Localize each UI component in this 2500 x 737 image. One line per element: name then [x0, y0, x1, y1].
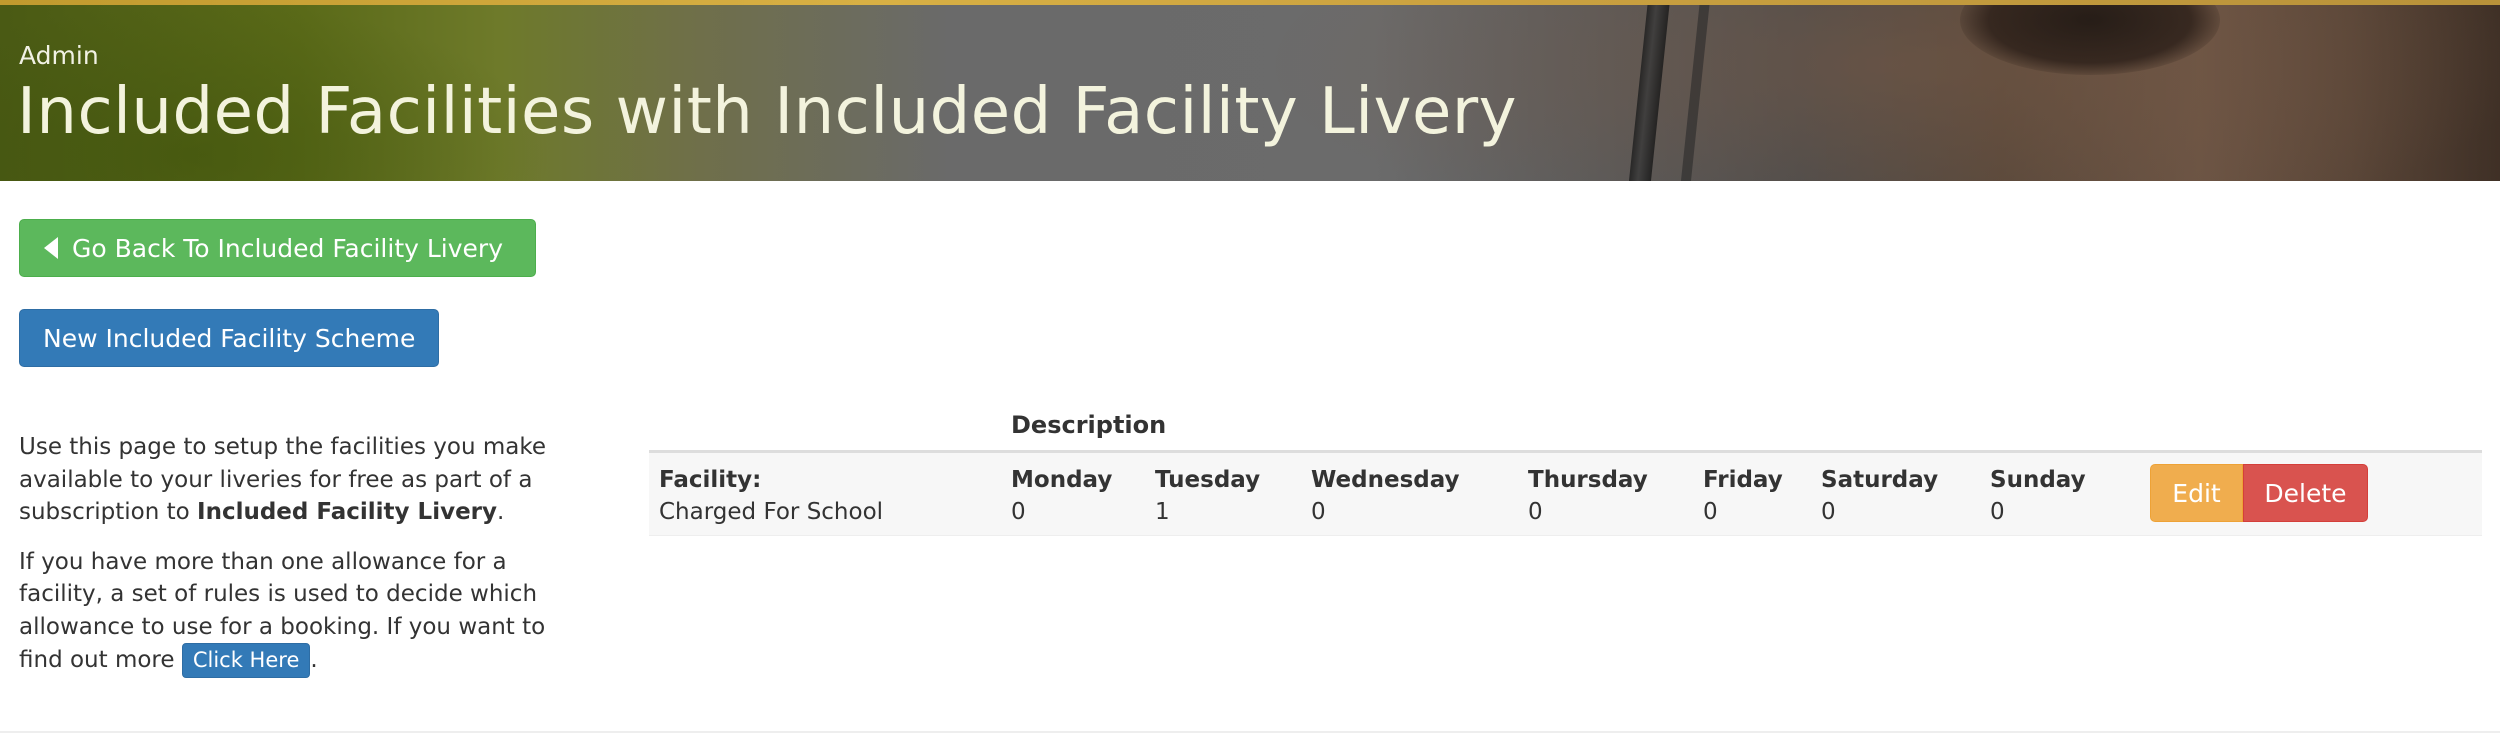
day-label: Wednesday [1311, 467, 1460, 493]
delete-button[interactable]: Delete [2243, 464, 2368, 522]
day-value: 0 [1990, 499, 2005, 525]
breadcrumb: Admin [19, 41, 99, 70]
day-cell-tuesday: Tuesday 1 [1155, 464, 1260, 528]
day-cell-friday: Friday 0 [1703, 464, 1783, 528]
click-here-button[interactable]: Click Here [181, 643, 311, 678]
edit-button[interactable]: Edit [2150, 464, 2243, 522]
day-cell-monday: Monday 0 [1011, 464, 1112, 528]
go-back-button-label: Go Back To Included Facility Livery [72, 233, 503, 263]
day-value: 0 [1528, 499, 1543, 525]
table-row: Facility: Charged For School Monday 0 Tu… [649, 453, 2482, 536]
help-paragraph-1: Use this page to setup the facilities yo… [19, 431, 579, 529]
new-included-facility-scheme-button[interactable]: New Included Facility Scheme [19, 309, 439, 367]
day-value: 0 [1703, 499, 1718, 525]
day-cell-thursday: Thursday 0 [1528, 464, 1648, 528]
day-cell-saturday: Saturday 0 [1821, 464, 1938, 528]
new-scheme-button-label: New Included Facility Scheme [43, 323, 416, 353]
day-label: Thursday [1528, 467, 1648, 493]
help-p1-bold: Included Facility Livery [197, 499, 498, 525]
day-label: Sunday [1990, 467, 2086, 493]
day-value: 0 [1821, 499, 1836, 525]
day-cell-sunday: Sunday 0 [1990, 464, 2086, 528]
page-header-banner: Admin Included Facilities with Included … [0, 5, 2500, 181]
day-label: Saturday [1821, 467, 1939, 493]
facility-label: Facility: [659, 467, 762, 493]
go-back-button[interactable]: Go Back To Included Facility Livery [19, 219, 536, 277]
caret-left-icon [44, 237, 58, 259]
day-value: 0 [1011, 499, 1026, 525]
day-cell-wednesday: Wednesday 0 [1311, 464, 1460, 528]
footer-divider [0, 731, 2500, 733]
help-text: Use this page to setup the facilities yo… [19, 431, 579, 695]
day-label: Tuesday [1155, 467, 1261, 493]
help-p1-end: . [497, 499, 505, 525]
facility-value: Charged For School [659, 499, 884, 525]
page-title: Included Facilities with Included Facili… [17, 75, 1517, 149]
facility-cell: Facility: Charged For School [659, 464, 883, 528]
column-header-description: Description [1011, 411, 1167, 439]
help-p2-end: . [310, 647, 318, 673]
day-value: 1 [1155, 499, 1170, 525]
day-value: 0 [1311, 499, 1326, 525]
day-label: Friday [1703, 467, 1783, 493]
day-label: Monday [1011, 467, 1113, 493]
help-paragraph-2: If you have more than one allowance for … [19, 546, 579, 678]
